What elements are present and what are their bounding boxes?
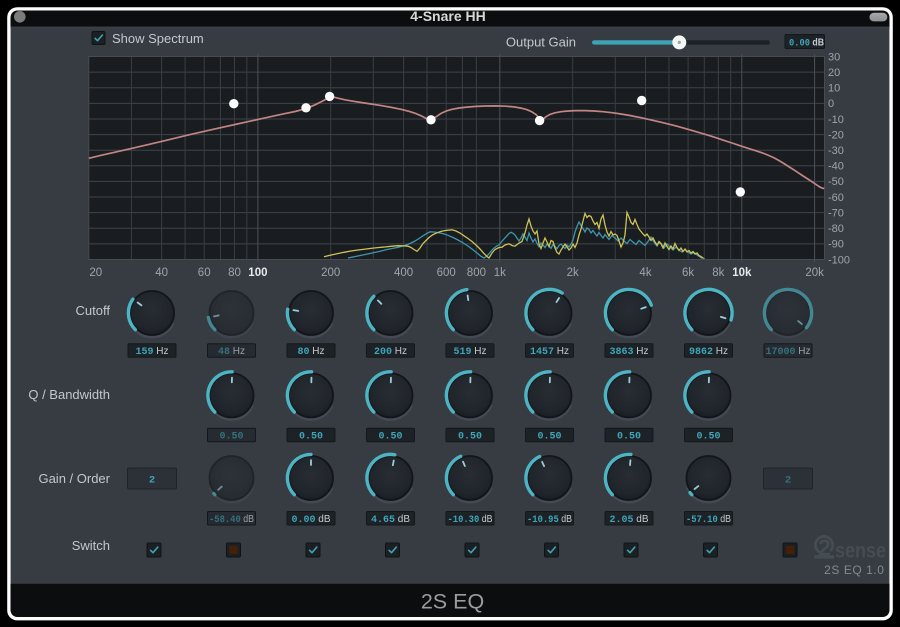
svg-text:400: 400 <box>394 267 413 279</box>
svg-text:-57.10 dB: -57.10 dB <box>686 514 731 526</box>
svg-text:2S EQ 1.0: 2S EQ 1.0 <box>824 563 884 577</box>
svg-text:20k: 20k <box>805 267 824 279</box>
svg-text:4-Snare HH: 4-Snare HH <box>410 8 485 24</box>
svg-text:-80: -80 <box>828 223 844 235</box>
svg-text:60: 60 <box>198 267 211 279</box>
svg-text:80: 80 <box>228 267 241 279</box>
svg-text:4k: 4k <box>639 267 651 279</box>
svg-text:80 Hz: 80 Hz <box>297 346 324 358</box>
svg-text:0.50: 0.50 <box>219 432 243 443</box>
svg-text:-10.95 dB: -10.95 dB <box>527 514 572 526</box>
svg-text:-50: -50 <box>828 176 844 188</box>
svg-text:100: 100 <box>248 267 267 279</box>
svg-text:sense: sense <box>835 540 886 563</box>
svg-text:10: 10 <box>828 83 840 95</box>
svg-text:2.05 dB: 2.05 dB <box>609 514 648 526</box>
svg-text:0.50: 0.50 <box>458 432 482 443</box>
svg-text:-10.30 dB: -10.30 dB <box>448 514 493 526</box>
svg-text:Show Spectrum: Show Spectrum <box>112 31 204 46</box>
svg-text:-60: -60 <box>828 192 844 204</box>
svg-text:3863 Hz: 3863 Hz <box>609 346 648 358</box>
svg-text:800: 800 <box>467 267 486 279</box>
svg-text:Switch: Switch <box>72 538 110 553</box>
svg-text:Output Gain: Output Gain <box>506 35 576 50</box>
svg-text:0.00 dB: 0.00 dB <box>789 37 824 49</box>
svg-text:-20: -20 <box>828 129 844 141</box>
svg-text:10k: 10k <box>732 267 752 279</box>
svg-text:0.50: 0.50 <box>299 432 323 443</box>
svg-text:200: 200 <box>321 267 340 279</box>
svg-text:8k: 8k <box>712 267 724 279</box>
svg-text:-100: -100 <box>828 254 850 266</box>
svg-text:6k: 6k <box>682 267 694 279</box>
svg-text:-30: -30 <box>828 145 844 157</box>
svg-text:20: 20 <box>89 267 102 279</box>
svg-text:0.50: 0.50 <box>537 432 561 443</box>
svg-text:40: 40 <box>155 267 168 279</box>
svg-text:2: 2 <box>149 475 155 487</box>
svg-text:600: 600 <box>437 267 456 279</box>
svg-text:Cutoff: Cutoff <box>76 303 111 318</box>
svg-text:519 Hz: 519 Hz <box>453 346 486 358</box>
svg-text:9862 Hz: 9862 Hz <box>689 346 728 358</box>
svg-text:48 Hz: 48 Hz <box>218 346 245 358</box>
svg-text:159 Hz: 159 Hz <box>135 346 168 358</box>
svg-text:2: 2 <box>785 475 791 487</box>
svg-text:1457 Hz: 1457 Hz <box>530 346 569 358</box>
svg-text:200 Hz: 200 Hz <box>374 346 407 358</box>
svg-text:17000 Hz: 17000 Hz <box>766 346 811 358</box>
svg-text:-10: -10 <box>828 114 844 126</box>
svg-text:-70: -70 <box>828 208 844 220</box>
svg-text:Gain / Order: Gain / Order <box>38 471 110 486</box>
svg-text:0.50: 0.50 <box>696 432 720 443</box>
svg-text:0.50: 0.50 <box>378 432 402 443</box>
svg-text:0: 0 <box>828 98 834 110</box>
svg-text:0.00 dB: 0.00 dB <box>291 514 330 526</box>
svg-text:Q / Bandwidth: Q / Bandwidth <box>28 387 110 402</box>
svg-text:30: 30 <box>828 51 840 63</box>
svg-text:-40: -40 <box>828 161 844 173</box>
svg-text:-90: -90 <box>828 239 844 251</box>
svg-text:4.65 dB: 4.65 dB <box>371 514 410 526</box>
svg-text:1k: 1k <box>494 267 506 279</box>
svg-text:20: 20 <box>828 67 840 79</box>
svg-text:-58.40 dB: -58.40 dB <box>209 514 254 526</box>
svg-text:2S EQ: 2S EQ <box>421 590 484 614</box>
svg-text:0.50: 0.50 <box>617 432 641 443</box>
svg-text:2k: 2k <box>567 267 579 279</box>
